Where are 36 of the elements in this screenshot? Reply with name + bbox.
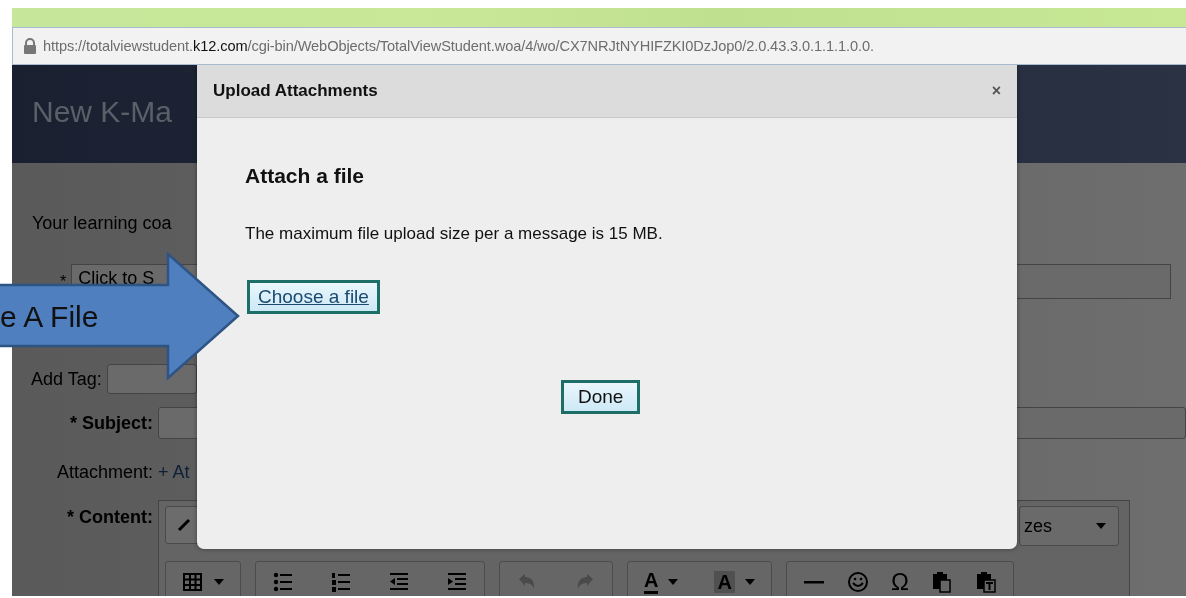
field-label: * Subject: xyxy=(69,412,153,434)
intro-text: Your learning coa xyxy=(32,212,172,234)
choose-file-button[interactable]: Choose a file xyxy=(247,280,380,314)
field-label: Add Tag: xyxy=(31,368,102,390)
numbered-list-icon[interactable] xyxy=(330,570,352,593)
field-label: * xyxy=(60,271,67,292)
field-label: Attachment: xyxy=(55,461,153,483)
close-button[interactable]: × xyxy=(991,82,1001,100)
upload-size-message: The maximum file upload size per a message is 15 MB. xyxy=(245,224,664,244)
done-button[interactable]: Done xyxy=(561,380,641,414)
caret-icon xyxy=(214,578,224,585)
table-icon[interactable] xyxy=(182,570,204,593)
clipboard-icon[interactable] xyxy=(930,570,953,593)
indent-icon[interactable] xyxy=(446,570,468,593)
special-character-button[interactable]: Ω xyxy=(890,570,909,593)
outdent-icon[interactable] xyxy=(388,570,410,593)
smiley-icon[interactable] xyxy=(846,570,869,593)
page-title: New K-Ma xyxy=(32,95,173,129)
dropdown-value: zes xyxy=(1024,515,1052,537)
caret-icon xyxy=(744,578,755,585)
callout-label: e A File xyxy=(0,300,99,334)
caret-icon xyxy=(1096,523,1106,529)
field-label: * Content: xyxy=(66,506,153,528)
dialog-heading: Attach a file xyxy=(245,164,366,188)
caret-icon xyxy=(668,578,679,585)
clipboard-text-icon[interactable] xyxy=(974,570,997,593)
attach-link[interactable]: + At xyxy=(158,461,190,483)
font-size-dropdown[interactable]: zes xyxy=(1019,506,1119,546)
tag-input[interactable] xyxy=(106,364,197,394)
lock-icon xyxy=(23,38,37,54)
text-color-button[interactable]: A xyxy=(644,569,659,594)
background-color-button[interactable]: A xyxy=(714,570,735,593)
dialog-title: Upload Attachments xyxy=(213,81,378,101)
url-text: https://totalviewstudent.k12.com/cgi-bin/WebObjects/TotalViewStudent.woa/4/wo/CX7NRJtNYHIFZKI0DzJop0/2.0.43.3.0.1.1.1.0.0. xyxy=(43,38,874,54)
address-bar[interactable]: https://totalviewstudent.k12.com/cgi-bin/WebObjects/TotalViewStudent.woa/4/wo/CX7NRJtNYHIFZKI0DzJop0/2.0.43.3.0.1.1.1.0.0. xyxy=(12,27,1186,65)
bulleted-list-icon[interactable] xyxy=(272,570,294,593)
